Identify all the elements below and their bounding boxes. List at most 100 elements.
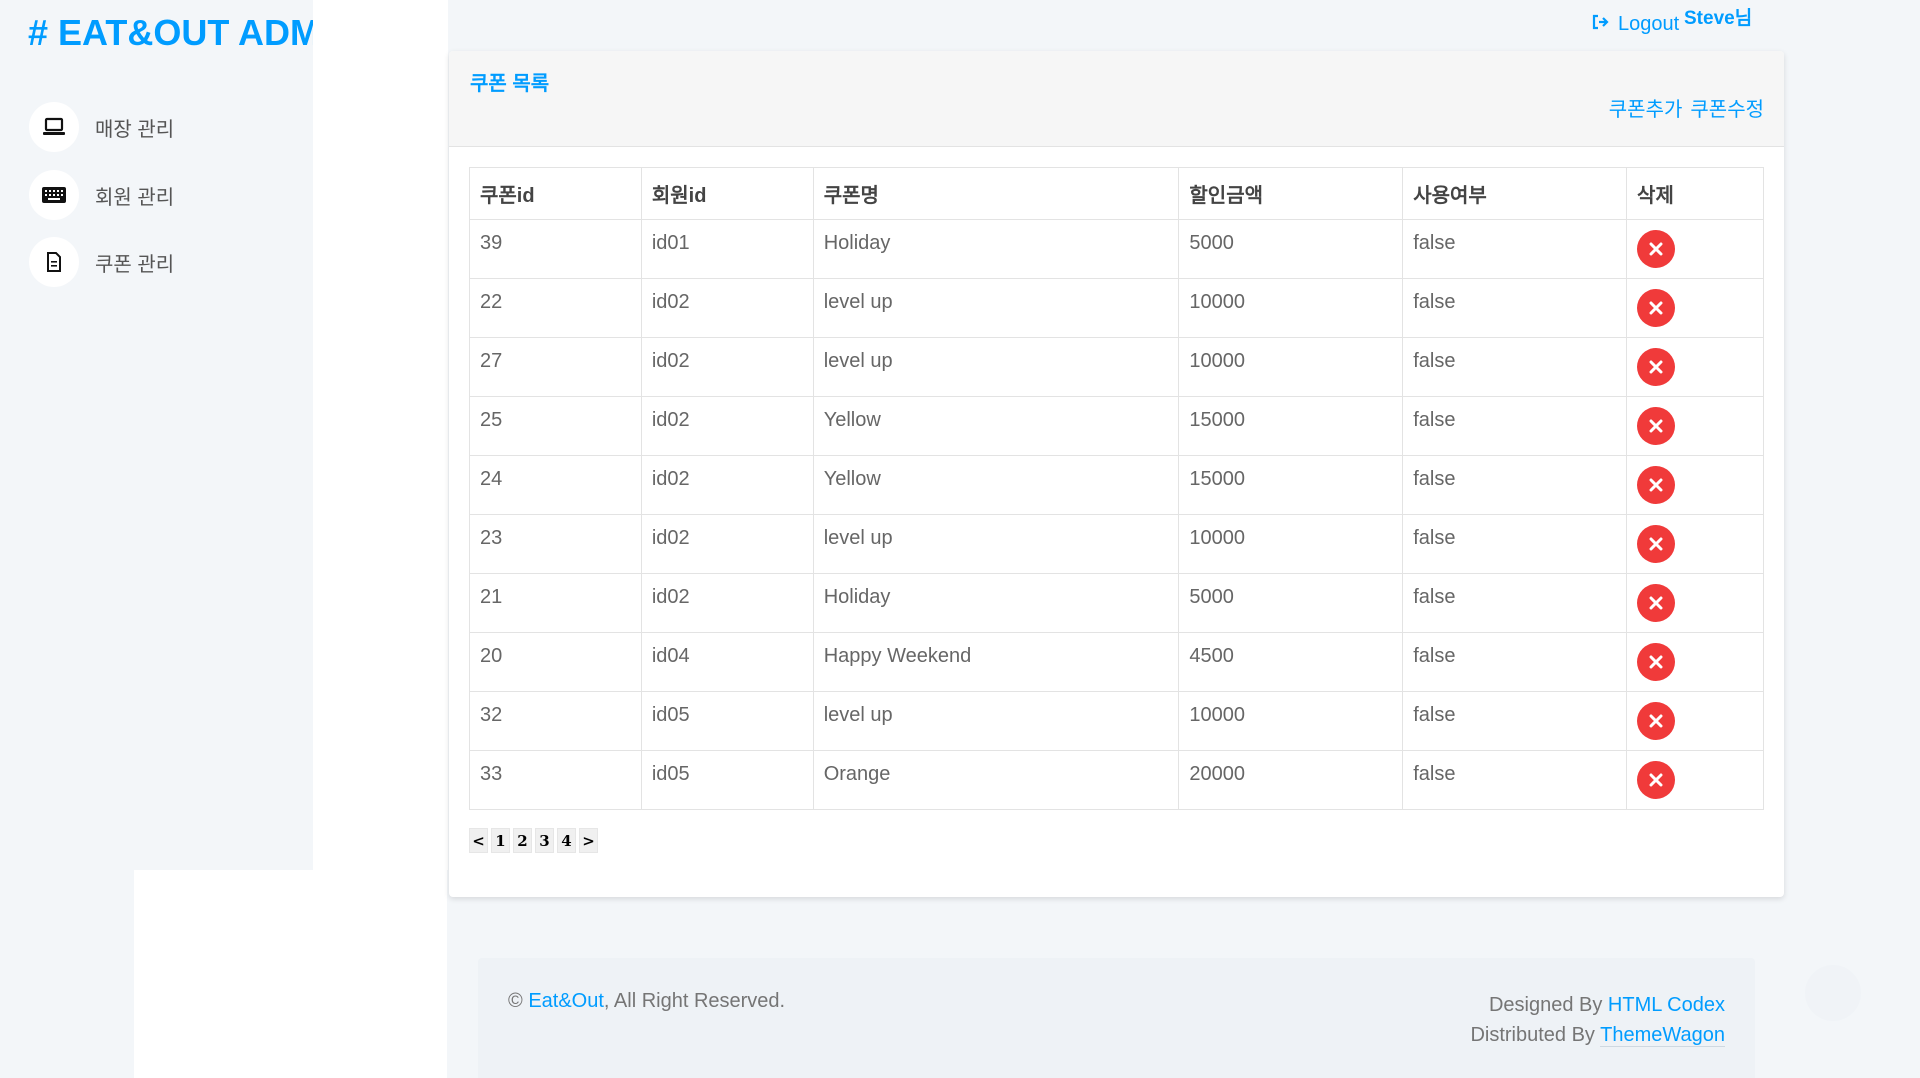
brand-logo[interactable]: # EAT&OUT ADM xyxy=(28,12,320,54)
cell-delete xyxy=(1626,632,1764,692)
footer-credits: Designed By HTML Codex Distributed By Th… xyxy=(1470,990,1725,1050)
distributed-by-text: Distributed By xyxy=(1470,1024,1601,1046)
cell-coupon-id: 27 xyxy=(469,337,642,397)
rights-text: , All Right Reserved. xyxy=(603,990,786,1012)
cell-coupon-name: level up xyxy=(812,514,1180,574)
delete-icon[interactable] xyxy=(1637,525,1676,563)
delete-icon[interactable] xyxy=(1637,466,1676,504)
column-header-used: 사용여부 xyxy=(1402,167,1628,220)
pager-next-button[interactable]: > xyxy=(579,828,598,853)
keyboard-icon xyxy=(29,170,79,220)
cell-discount: 10000 xyxy=(1178,514,1404,574)
table-row: 33 id05 Orange 20000 false xyxy=(469,750,1764,810)
cell-member-id: id05 xyxy=(640,691,814,751)
column-header-delete: 삭제 xyxy=(1626,167,1764,220)
cell-coupon-name: Yellow xyxy=(812,396,1180,456)
cell-member-id: id02 xyxy=(640,455,814,515)
delete-icon[interactable] xyxy=(1637,761,1676,799)
cell-member-id: id02 xyxy=(640,278,814,338)
pager-page-4[interactable]: 4 xyxy=(557,828,576,853)
pager-page-3[interactable]: 3 xyxy=(535,828,554,853)
delete-icon[interactable] xyxy=(1637,643,1676,681)
coupon-list-card: 쿠폰 목록 쿠폰추가 쿠폰수정 쿠폰id 회원id 쿠폰명 할인금액 사용여부 … xyxy=(449,51,1784,897)
footer-copyright: © Eat&Out, All Right Reserved. xyxy=(508,990,785,1013)
cell-delete xyxy=(1626,337,1764,397)
cell-coupon-name: Holiday xyxy=(812,219,1180,279)
site-link[interactable]: Eat&Out xyxy=(528,990,604,1012)
card-header: 쿠폰 목록 쿠폰추가 쿠폰수정 xyxy=(449,51,1784,147)
cell-member-id: id02 xyxy=(640,396,814,456)
cell-coupon-name: Orange xyxy=(812,750,1180,810)
cell-discount: 15000 xyxy=(1178,396,1404,456)
username-label: Steve님 xyxy=(1684,8,1753,29)
cell-delete xyxy=(1626,514,1764,574)
cell-coupon-name: Happy Weekend xyxy=(812,632,1180,692)
cell-coupon-id: 21 xyxy=(469,573,642,633)
logout-icon xyxy=(1592,13,1610,36)
pager-page-1[interactable]: 1 xyxy=(491,828,510,853)
cell-delete xyxy=(1626,750,1764,810)
column-header-member-id: 회원id xyxy=(640,167,814,220)
cell-discount: 10000 xyxy=(1178,337,1404,397)
cell-coupon-id: 23 xyxy=(469,514,642,574)
table-row: 32 id05 level up 10000 false xyxy=(469,691,1764,751)
cell-coupon-name: Holiday xyxy=(812,573,1180,633)
delete-icon[interactable] xyxy=(1637,407,1676,445)
coupon-table: 쿠폰id 회원id 쿠폰명 할인금액 사용여부 삭제 39 id01 Holiday… xyxy=(469,167,1764,810)
column-header-coupon-id: 쿠폰id xyxy=(469,167,642,220)
delete-icon[interactable] xyxy=(1637,230,1676,268)
distributor-link[interactable]: ThemeWagon xyxy=(1600,1024,1725,1047)
delete-icon[interactable] xyxy=(1637,289,1676,327)
sidebar-divider-panel xyxy=(313,0,448,870)
cell-coupon-name: level up xyxy=(812,278,1180,338)
right-gutter xyxy=(1785,0,1920,1078)
cell-coupon-id: 33 xyxy=(469,750,642,810)
back-to-top-button[interactable] xyxy=(1805,965,1861,1021)
table-row: 27 id02 level up 10000 false xyxy=(469,337,1764,397)
sidebar-item-label: 매장 관리 xyxy=(95,118,175,141)
table-row: 21 id02 Holiday 5000 false xyxy=(469,573,1764,633)
table-row: 20 id04 Happy Weekend 4500 false xyxy=(469,632,1764,692)
add-coupon-link[interactable]: 쿠폰추가 xyxy=(1609,93,1683,122)
cell-coupon-name: level up xyxy=(812,691,1180,751)
cell-coupon-id: 20 xyxy=(469,632,642,692)
cell-used: false xyxy=(1402,219,1628,279)
cell-used: false xyxy=(1402,750,1628,810)
cell-member-id: id05 xyxy=(640,750,814,810)
cell-discount: 5000 xyxy=(1178,219,1404,279)
column-header-coupon-name: 쿠폰명 xyxy=(812,167,1180,220)
sidebar-item-members[interactable]: 회원 관리 xyxy=(29,170,174,220)
pager-prev-button[interactable]: < xyxy=(469,828,488,853)
cell-member-id: id04 xyxy=(640,632,814,692)
delete-icon[interactable] xyxy=(1637,702,1676,740)
designer-link[interactable]: HTML Codex xyxy=(1608,994,1725,1016)
copyright-symbol: © xyxy=(508,990,523,1012)
cell-used: false xyxy=(1402,691,1628,751)
cell-member-id: id02 xyxy=(640,514,814,574)
cell-delete xyxy=(1626,573,1764,633)
cell-discount: 15000 xyxy=(1178,455,1404,515)
sidebar-item-store[interactable]: 매장 관리 xyxy=(29,102,174,152)
edit-coupon-link[interactable]: 쿠폰수정 xyxy=(1690,93,1764,122)
sidebar: # EAT&OUT ADM 매장 관리 회원 관리 쿠폰 관리 xyxy=(0,0,320,870)
cell-used: false xyxy=(1402,632,1628,692)
table-row: 25 id02 Yellow 15000 false xyxy=(469,396,1764,456)
cell-discount: 10000 xyxy=(1178,278,1404,338)
cell-discount: 20000 xyxy=(1178,750,1404,810)
footer: © Eat&Out, All Right Reserved. Designed … xyxy=(478,958,1755,1078)
pager-page-2[interactable]: 2 xyxy=(513,828,532,853)
cell-coupon-name: Yellow xyxy=(812,455,1180,515)
delete-icon[interactable] xyxy=(1637,348,1676,386)
cell-delete xyxy=(1626,455,1764,515)
delete-icon[interactable] xyxy=(1637,584,1676,622)
table-row: 22 id02 level up 10000 false xyxy=(469,278,1764,338)
cell-discount: 10000 xyxy=(1178,691,1404,751)
cell-coupon-id: 25 xyxy=(469,396,642,456)
logout-label: Logout xyxy=(1618,13,1680,35)
sidebar-item-coupons[interactable]: 쿠폰 관리 xyxy=(29,237,174,287)
sidebar-item-label: 쿠폰 관리 xyxy=(95,253,175,276)
logout-link[interactable]: Logout xyxy=(1592,13,1679,36)
table-row: 39 id01 Holiday 5000 false xyxy=(469,219,1764,279)
table-row: 23 id02 level up 10000 false xyxy=(469,514,1764,574)
cell-member-id: id01 xyxy=(640,219,814,279)
